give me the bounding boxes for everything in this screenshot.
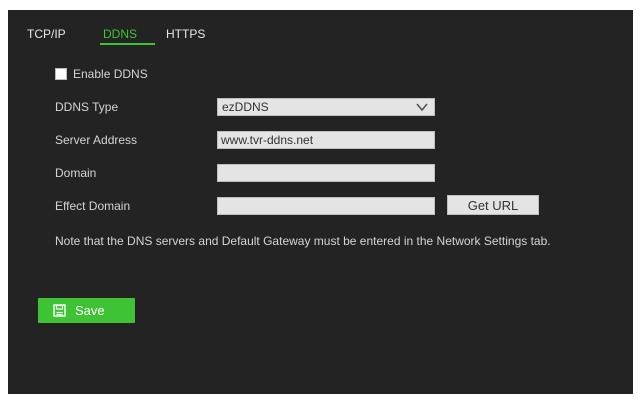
save-button[interactable]: Save <box>38 298 135 323</box>
ddns-type-label: DDNS Type <box>55 100 119 114</box>
ddns-type-select[interactable]: ezDDNS <box>217 98 435 116</box>
network-settings-note: Note that the DNS servers and Default Ga… <box>55 234 551 248</box>
effect-domain-label: Effect Domain <box>55 199 131 213</box>
ddns-settings-panel: TCP/IP DDNS HTTPS Enable DDNS DDNS Type … <box>8 10 633 394</box>
enable-ddns-checkbox[interactable] <box>55 68 67 80</box>
save-button-label: Save <box>75 303 105 318</box>
enable-ddns-label: Enable DDNS <box>73 67 148 81</box>
domain-label: Domain <box>55 166 97 180</box>
tab-ddns[interactable]: DDNS <box>103 27 137 41</box>
tab-https[interactable]: HTTPS <box>166 27 205 41</box>
server-address-input[interactable] <box>217 131 435 149</box>
ddns-type-selected-value: ezDDNS <box>222 100 269 114</box>
chevron-down-icon <box>416 103 428 112</box>
get-url-button[interactable]: Get URL <box>447 195 539 215</box>
active-tab-indicator <box>100 43 155 45</box>
effect-domain-input[interactable] <box>217 197 435 215</box>
tab-tcpip[interactable]: TCP/IP <box>27 27 66 41</box>
floppy-disk-icon <box>53 304 66 317</box>
server-address-label: Server Address <box>55 133 138 147</box>
domain-input[interactable] <box>217 164 435 182</box>
